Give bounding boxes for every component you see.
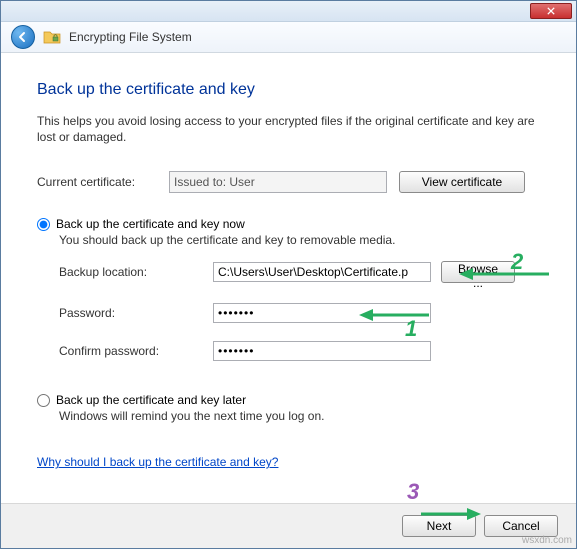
header-bar: Encrypting File System [1, 22, 576, 53]
current-cert-row: Current certificate: View certificate [37, 171, 540, 193]
current-cert-label: Current certificate: [37, 175, 169, 189]
confirm-password-label: Confirm password: [37, 344, 213, 358]
content-area: Back up the certificate and key This hel… [1, 53, 576, 503]
radio-backup-later[interactable] [37, 394, 50, 407]
radio-backup-later-sub: Windows will remind you the next time yo… [37, 409, 540, 423]
radio-backup-later-label: Back up the certificate and key later [56, 393, 246, 407]
confirm-password-row: Confirm password: [37, 341, 540, 361]
back-arrow-icon [17, 31, 29, 43]
help-link[interactable]: Why should I back up the certificate and… [37, 455, 278, 469]
current-cert-field [169, 171, 387, 193]
wizard-window: Encrypting File System Back up the certi… [0, 0, 577, 549]
cancel-button[interactable]: Cancel [484, 515, 558, 537]
watermark: wsxdn.com [522, 535, 572, 546]
radio-backup-now-row: Back up the certificate and key now [37, 217, 540, 231]
intro-text: This helps you avoid losing access to yo… [37, 113, 540, 145]
password-label: Password: [37, 306, 213, 320]
browse-button[interactable]: Browse ... [441, 261, 515, 283]
close-button[interactable] [530, 3, 572, 19]
radio-backup-now-sub: You should back up the certificate and k… [37, 233, 540, 247]
confirm-password-field[interactable] [213, 341, 431, 361]
view-certificate-button[interactable]: View certificate [399, 171, 525, 193]
back-button[interactable] [11, 25, 35, 49]
radio-backup-now[interactable] [37, 218, 50, 231]
next-button[interactable]: Next [402, 515, 476, 537]
efs-folder-icon [43, 29, 61, 45]
titlebar [1, 1, 576, 22]
close-icon [547, 7, 555, 15]
radio-backup-now-label: Back up the certificate and key now [56, 217, 245, 231]
backup-location-row: Backup location: Browse ... [37, 261, 540, 283]
page-heading: Back up the certificate and key [37, 81, 540, 99]
password-row: Password: [37, 303, 540, 323]
footer-bar: Next Cancel [1, 503, 576, 548]
backup-location-field[interactable] [213, 262, 431, 282]
password-field[interactable] [213, 303, 431, 323]
radio-backup-later-row: Back up the certificate and key later [37, 393, 540, 407]
backup-location-label: Backup location: [37, 265, 213, 279]
header-title: Encrypting File System [69, 30, 192, 44]
